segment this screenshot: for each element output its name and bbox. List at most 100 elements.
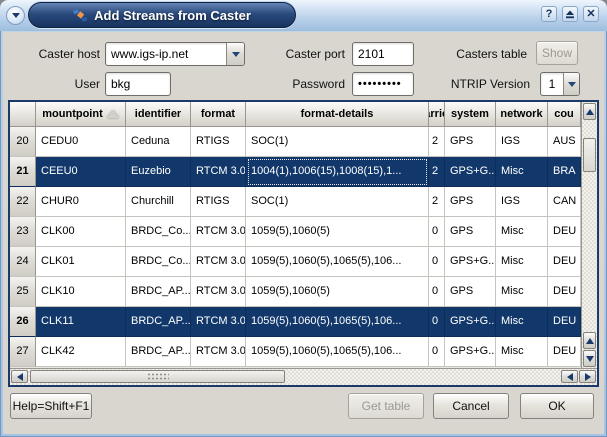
cell-carrier[interactable]: 0 (429, 247, 445, 277)
table-row[interactable]: 24 CLK01 BRDC_Co... RTCM 3.0 1059(5),106… (10, 247, 597, 277)
table-row[interactable]: 22 CHUR0 Churchill RTIGS SOC(1) 2 GPS IG… (10, 187, 597, 217)
cell-format[interactable]: RTIGS (191, 187, 246, 217)
cell-system[interactable]: GPS+G... (445, 157, 496, 187)
column-header-mountpoint[interactable]: mountpoint (36, 102, 126, 127)
horizontal-scrollbar[interactable] (10, 368, 597, 385)
cell-mountpoint[interactable]: CLK11 (36, 307, 126, 337)
cell-system[interactable]: GPS+G... (445, 337, 496, 367)
cell-format-details[interactable]: 1059(5),1060(5) (246, 217, 429, 247)
table-row[interactable]: 27 CLK42 BRDC_AP... RTCM 3.0 1059(5),106… (10, 337, 597, 367)
cell-country[interactable]: BRA (548, 157, 581, 187)
cell-identifier[interactable]: Euzebio (126, 157, 191, 187)
cell-identifier[interactable]: BRDC_AP... (126, 307, 191, 337)
cell-format[interactable]: RTCM 3.0 (191, 337, 246, 367)
ntrip-version-combobox[interactable]: 1 (540, 72, 580, 96)
cell-system[interactable]: GPS+G... (445, 247, 496, 277)
ok-button[interactable]: OK (520, 393, 594, 419)
cell-country[interactable]: DEU (548, 277, 581, 307)
cell-network[interactable]: IGS (496, 127, 548, 157)
cell-network[interactable]: Misc (496, 217, 548, 247)
cell-country[interactable]: DEU (548, 307, 581, 337)
cell-network[interactable]: Misc (496, 157, 548, 187)
password-input[interactable]: ••••••••• (352, 72, 414, 96)
cell-format-details[interactable]: 1059(5),1060(5),1065(5),106... (246, 307, 429, 337)
ntrip-version-dropdown-button[interactable] (563, 73, 579, 95)
cell-mountpoint[interactable]: CLK42 (36, 337, 126, 367)
cell-country[interactable]: DEU (548, 247, 581, 277)
cell-format[interactable]: RTCM 3.0 (191, 217, 246, 247)
column-header-format-details[interactable]: format-details (246, 102, 429, 127)
cell-carrier[interactable]: 0 (429, 277, 445, 307)
help-titlebar-button[interactable]: ? (541, 6, 557, 22)
row-number[interactable]: 23 (10, 217, 36, 247)
close-button[interactable]: ✕ (583, 6, 599, 22)
table-row[interactable]: 20 CEDU0 Ceduna RTIGS SOC(1) 2 GPS IGS A… (10, 127, 597, 157)
shade-button[interactable] (562, 6, 578, 22)
cell-format-details[interactable]: 1059(5),1060(5),1065(5),106... (246, 247, 429, 277)
scroll-down-button[interactable] (583, 350, 596, 367)
cell-identifier[interactable]: BRDC_Co... (126, 217, 191, 247)
cell-system[interactable]: GPS (445, 187, 496, 217)
row-number[interactable]: 22 (10, 187, 36, 217)
scroll-right-button[interactable] (579, 370, 596, 383)
scroll-left-button-2[interactable] (561, 370, 578, 383)
cell-mountpoint[interactable]: CEEU0 (36, 157, 126, 187)
cell-network[interactable]: Misc (496, 277, 548, 307)
show-button[interactable]: Show (536, 41, 578, 65)
row-number[interactable]: 27 (10, 337, 36, 367)
cell-format[interactable]: RTCM 3.0 (191, 247, 246, 277)
cell-carrier[interactable]: 2 (429, 187, 445, 217)
cell-mountpoint[interactable]: CEDU0 (36, 127, 126, 157)
cell-format[interactable]: RTCM 3.0 (191, 277, 246, 307)
user-input[interactable]: bkg (105, 72, 171, 96)
cell-system[interactable]: GPS (445, 127, 496, 157)
cell-format-details[interactable]: 1004(1),1006(15),1008(15),1... (246, 157, 429, 187)
column-header-network[interactable]: network (496, 102, 548, 127)
cell-country[interactable]: DEU (548, 337, 581, 367)
get-table-button[interactable]: Get table (348, 393, 424, 419)
cell-format-details[interactable]: 1059(5),1060(5) (246, 277, 429, 307)
cell-identifier[interactable]: Ceduna (126, 127, 191, 157)
column-header-country[interactable]: cou (548, 102, 581, 127)
cell-network[interactable]: Misc (496, 307, 548, 337)
cell-carrier[interactable]: 2 (429, 127, 445, 157)
cell-format-details[interactable]: 1059(5),1060(5),1065(5),106... (246, 337, 429, 367)
cell-carrier[interactable]: 2 (429, 157, 445, 187)
vertical-scroll-thumb[interactable] (583, 138, 596, 172)
row-number[interactable]: 24 (10, 247, 36, 277)
cell-network[interactable]: Misc (496, 247, 548, 277)
cell-format[interactable]: RTCM 3.0 (191, 307, 246, 337)
cell-system[interactable]: GPS+G... (445, 307, 496, 337)
cell-identifier[interactable]: BRDC_AP... (126, 337, 191, 367)
cell-system[interactable]: GPS (445, 217, 496, 247)
cell-identifier[interactable]: BRDC_AP... (126, 277, 191, 307)
cancel-button[interactable]: Cancel (433, 393, 509, 419)
scroll-left-button[interactable] (11, 370, 28, 383)
row-number[interactable]: 25 (10, 277, 36, 307)
cell-identifier[interactable]: BRDC_Co... (126, 247, 191, 277)
cell-country[interactable]: AUS (548, 127, 581, 157)
scroll-up-button[interactable] (583, 103, 596, 120)
ntrip-version-value[interactable]: 1 (541, 73, 563, 95)
table-row[interactable]: 23 CLK00 BRDC_Co... RTCM 3.0 1059(5),106… (10, 217, 597, 247)
scroll-up-button-2[interactable] (583, 332, 596, 349)
cell-mountpoint[interactable]: CLK10 (36, 277, 126, 307)
cell-format-details[interactable]: SOC(1) (246, 187, 429, 217)
cell-format[interactable]: RTIGS (191, 127, 246, 157)
caster-port-input[interactable]: 2101 (352, 42, 414, 66)
window-menu-button[interactable] (6, 6, 25, 25)
cell-format-details[interactable]: SOC(1) (246, 127, 429, 157)
titlebar[interactable]: Add Streams from Caster ? ✕ (0, 0, 607, 31)
table-row[interactable]: 25 CLK10 BRDC_AP... RTCM 3.0 1059(5),106… (10, 277, 597, 307)
table-row[interactable]: 21 CEEU0 Euzebio RTCM 3.0 1004(1),1006(1… (10, 157, 597, 187)
cell-carrier[interactable]: 0 (429, 337, 445, 367)
cell-mountpoint[interactable]: CHUR0 (36, 187, 126, 217)
vertical-scrollbar[interactable] (581, 102, 597, 368)
row-number[interactable]: 21 (10, 157, 36, 187)
cell-identifier[interactable]: Churchill (126, 187, 191, 217)
cell-country[interactable]: CAN (548, 187, 581, 217)
cell-mountpoint[interactable]: CLK00 (36, 217, 126, 247)
cell-network[interactable]: IGS (496, 187, 548, 217)
cell-mountpoint[interactable]: CLK01 (36, 247, 126, 277)
column-header-system[interactable]: system (445, 102, 496, 127)
